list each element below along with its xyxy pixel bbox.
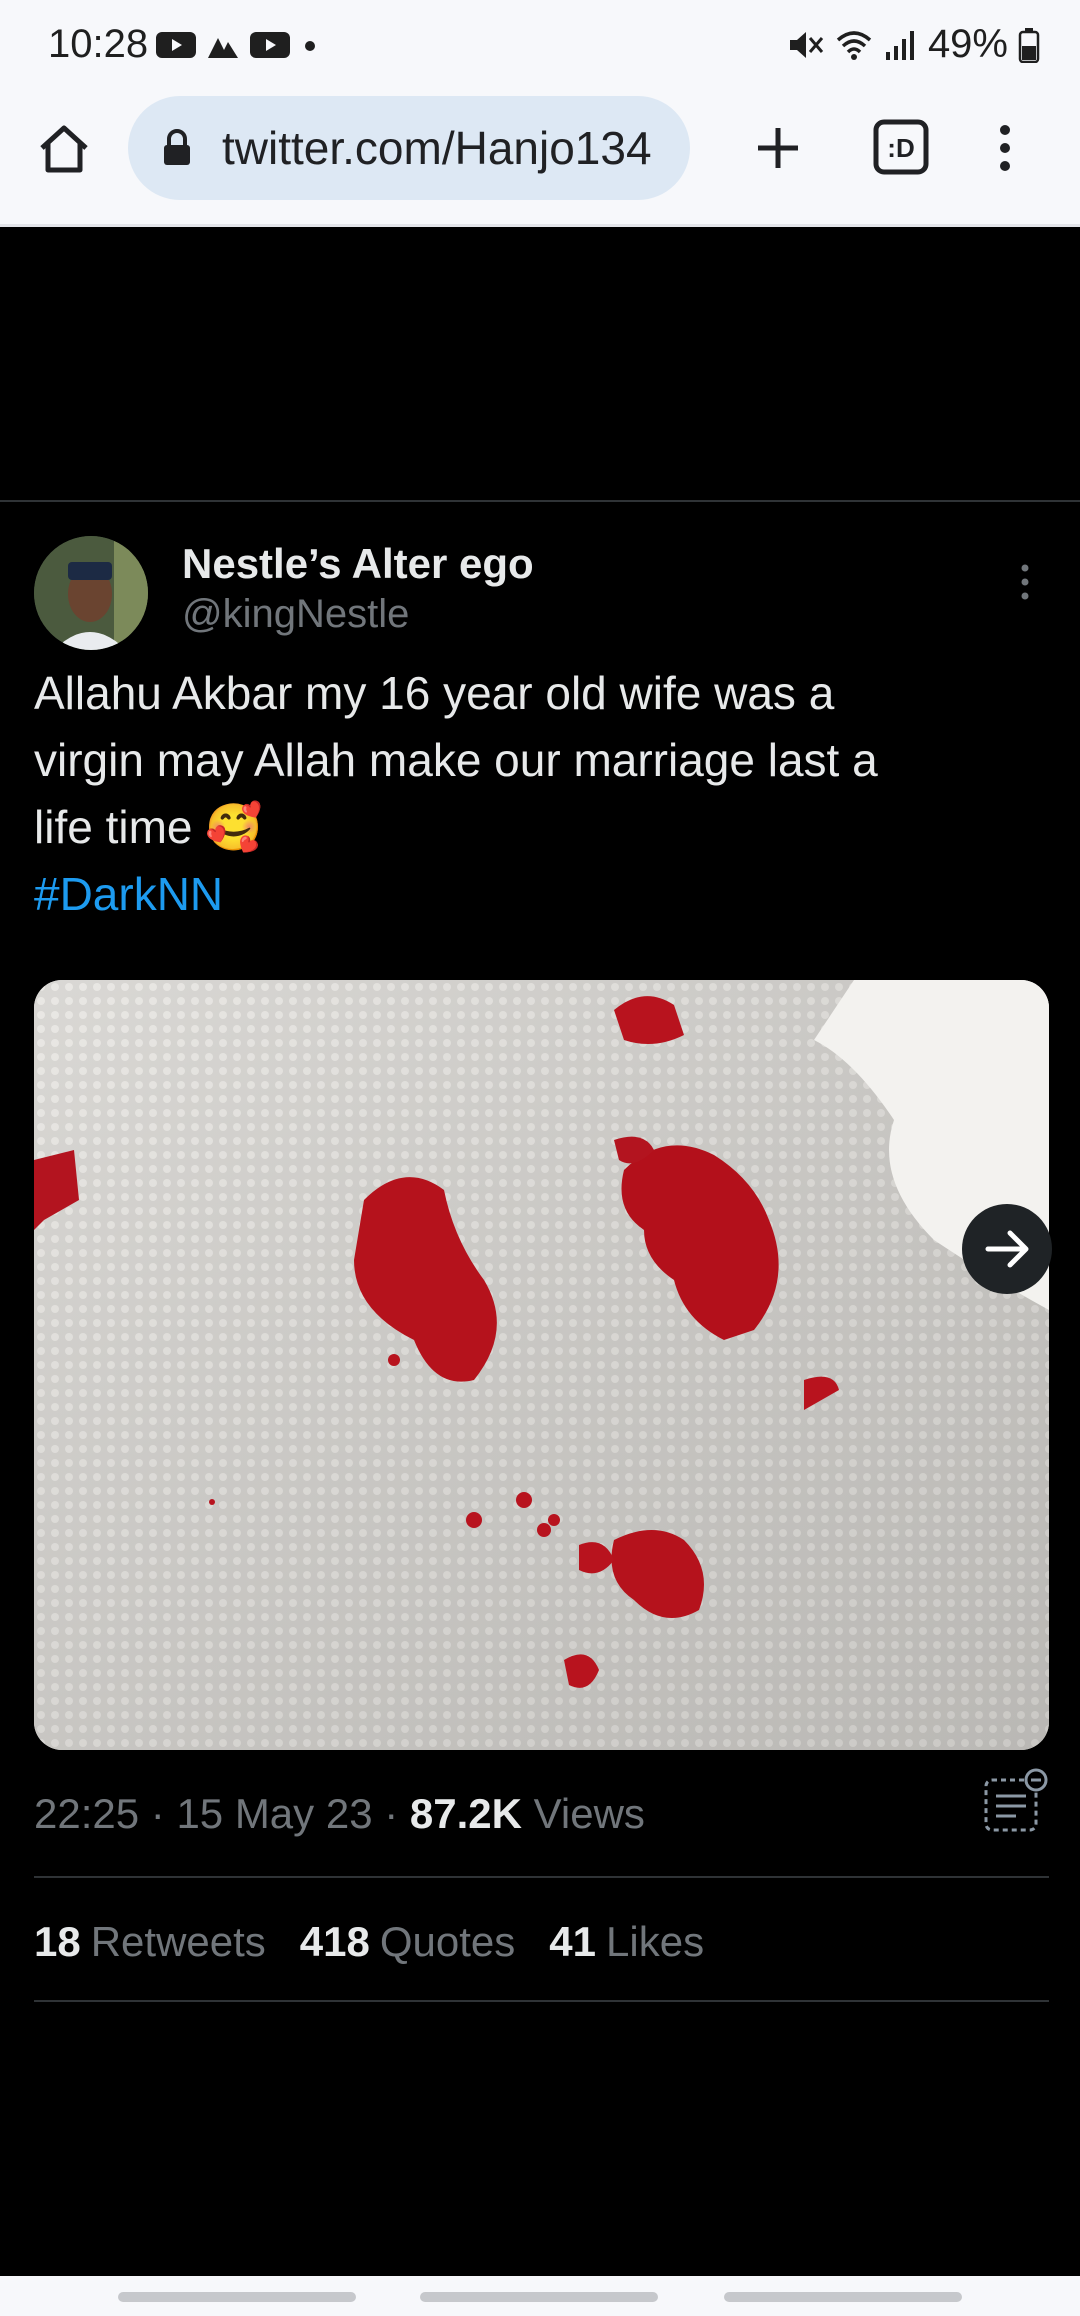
status-time: 10:28	[48, 22, 149, 66]
tweet-text-line: virgin may Allah make our marriage last …	[34, 734, 878, 786]
likes-stat[interactable]: 41 Likes	[549, 1918, 704, 1966]
tab-switcher-icon: :D	[873, 119, 929, 175]
author-name[interactable]: Nestle’s Alter ego	[182, 540, 534, 588]
tab-switcher-button[interactable]: :D	[872, 118, 930, 176]
url-text: twitter.com/Hanjo134	[222, 122, 652, 174]
tab-badge: :D	[887, 133, 914, 163]
section-divider	[0, 500, 1080, 502]
quotes-count: 418	[299, 1918, 370, 1965]
quotes-stat[interactable]: 418 Quotes	[300, 1918, 516, 1966]
new-tab-plus-icon[interactable]	[748, 118, 808, 178]
overflow-menu-icon[interactable]	[990, 118, 1020, 178]
mute-icon	[789, 31, 824, 58]
status-bar: 10:28 49%	[0, 0, 1080, 92]
likes-count: 41	[549, 1918, 597, 1965]
media-photo	[34, 980, 1049, 1750]
divider	[34, 2000, 1049, 2002]
tweet-media-image[interactable]	[34, 980, 1049, 1750]
avatar-image	[34, 536, 148, 650]
system-nav-bar	[0, 2276, 1080, 2316]
lock-icon	[164, 129, 190, 165]
summary-icon[interactable]	[980, 1766, 1050, 1836]
retweets-count: 18	[34, 1918, 81, 1965]
tweet-text-line: life time 🥰	[34, 801, 263, 853]
tweet-stats: 18 Retweets 418 Quotes 41 Likes	[34, 1918, 704, 1966]
nav-home-button[interactable]	[420, 2292, 658, 2302]
likes-label: Likes	[606, 1918, 705, 1965]
quotes-label: Quotes	[379, 1918, 516, 1965]
browser-toolbar: twitter.com/Hanjo134 :D	[0, 92, 1080, 227]
more-options-icon[interactable]	[1010, 560, 1040, 604]
arrow-right-icon	[985, 1230, 1029, 1268]
hashtag-link[interactable]: #DarkNN	[34, 861, 1044, 928]
tweet-date[interactable]: 15 May 23	[176, 1790, 372, 1837]
retweets-stat[interactable]: 18 Retweets	[34, 1918, 266, 1966]
wifi-icon	[836, 30, 872, 60]
tweet-text-line: Allahu Akbar my 16 year old wife was a	[34, 667, 835, 719]
youtube-icon	[156, 32, 196, 58]
cell-signal-icon	[885, 30, 914, 60]
author-handle[interactable]: @kingNestle	[182, 592, 409, 637]
tweet-meta: 22:25 · 15 May 23 · 87.2K Views	[34, 1790, 645, 1837]
battery-icon	[1018, 27, 1040, 63]
address-bar[interactable]: twitter.com/Hanjo134	[128, 96, 690, 200]
tweet-time[interactable]: 22:25	[34, 1790, 139, 1837]
views-label: Views	[533, 1790, 645, 1837]
retweets-label: Retweets	[90, 1918, 266, 1965]
youtube-icon	[250, 32, 290, 58]
home-icon[interactable]	[34, 118, 94, 178]
nav-back-button[interactable]	[724, 2292, 962, 2302]
next-image-button[interactable]	[962, 1204, 1052, 1294]
dot-icon	[305, 41, 315, 51]
tweet-text: Allahu Akbar my 16 year old wife was a v…	[34, 660, 1044, 928]
nav-recent-apps-button[interactable]	[118, 2292, 356, 2302]
signal-arrows-icon	[208, 38, 238, 58]
battery-percent: 49%	[927, 22, 1008, 66]
avatar[interactable]	[34, 536, 148, 650]
divider	[34, 1876, 1049, 1878]
views-count: 87.2K	[409, 1790, 522, 1837]
